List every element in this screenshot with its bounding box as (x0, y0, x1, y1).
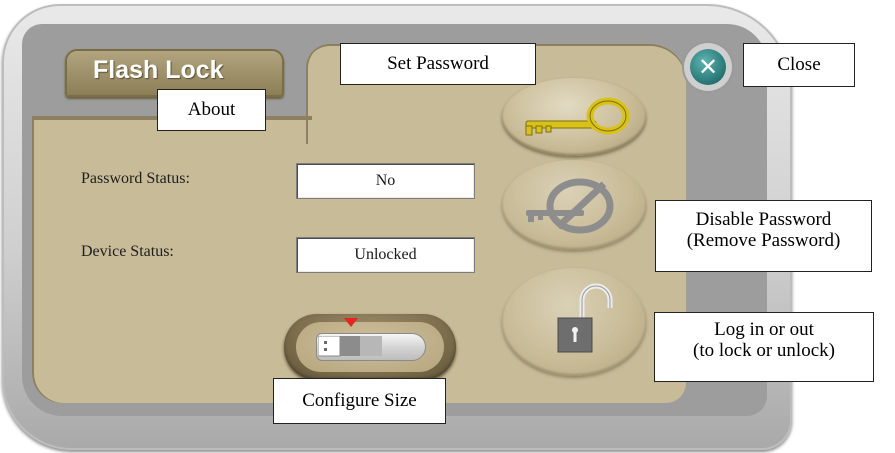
password-status-field: No (296, 163, 475, 199)
about-callout: About (157, 89, 266, 131)
configure-size-callout: Configure Size (273, 378, 446, 424)
disable-password-callout-line2: (Remove Password) (686, 230, 841, 251)
device-status-label: Device Status: (81, 243, 174, 260)
app-title: Flash Lock (93, 56, 224, 84)
close-icon[interactable]: ✕ (690, 49, 726, 85)
device-status-field: Unlocked (296, 237, 475, 273)
disabled-key-icon (526, 178, 614, 234)
usb-drive-detail (318, 336, 382, 357)
size-marker-icon (344, 318, 358, 327)
login-callout-line2: (to lock or unlock) (693, 340, 835, 361)
login-callout-line1: Log in or out (714, 319, 814, 340)
disable-password-callout-line1: Disable Password (695, 209, 832, 230)
close-callout: Close (743, 43, 855, 87)
key-icon (525, 97, 630, 136)
padlock-open-icon (557, 283, 613, 353)
login-callout: Log in or out (to lock or unlock) (654, 312, 874, 382)
disable-password-callout: Disable Password (Remove Password) (655, 200, 872, 272)
set-password-callout: Set Password (340, 43, 536, 85)
password-status-label: Password Status: (81, 170, 190, 187)
